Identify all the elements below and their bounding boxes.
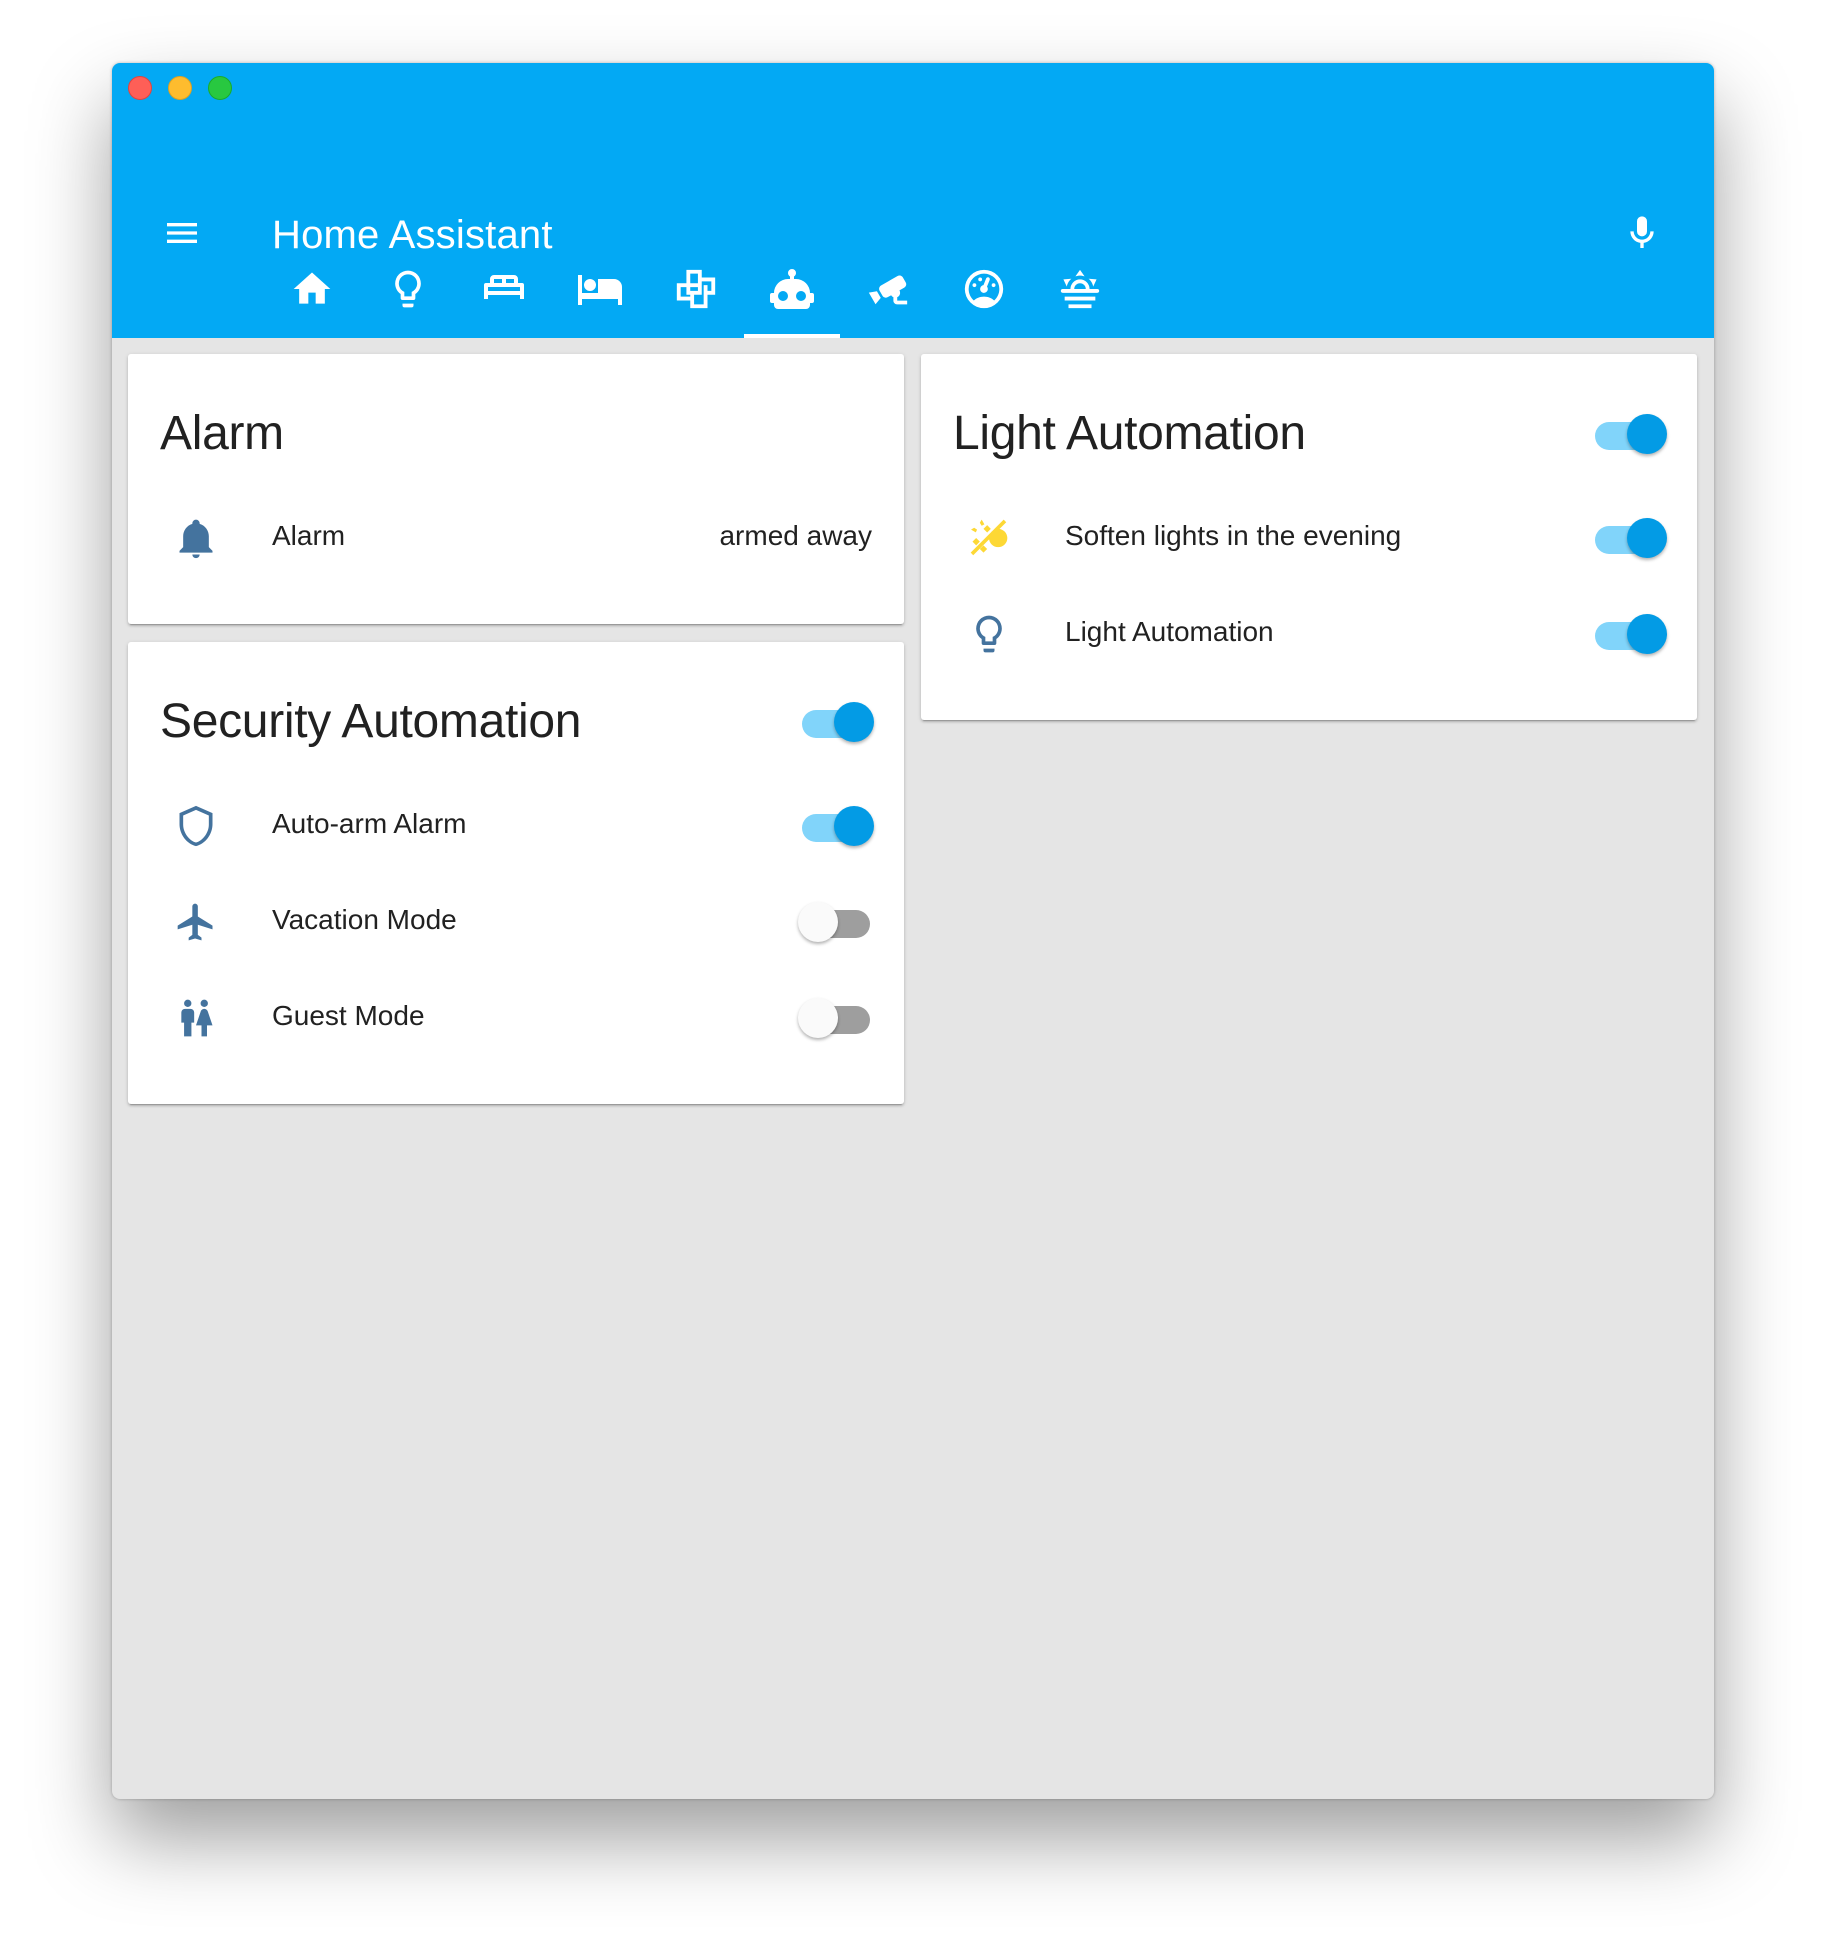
card-title: Security Automation	[160, 695, 582, 748]
microphone-icon	[1630, 216, 1654, 248]
toggle-knob	[834, 806, 874, 846]
row-label: Soften lights in the evening	[1065, 520, 1402, 551]
airplane-icon	[172, 898, 220, 946]
tab-weather[interactable]	[1032, 240, 1128, 338]
view-tabs	[264, 240, 1128, 338]
tab-bedroom[interactable]	[552, 240, 648, 338]
row-label: Guest Mode	[272, 1000, 425, 1031]
bell-icon	[172, 514, 220, 562]
toggle-knob	[798, 998, 838, 1038]
card-title: Light Automation	[953, 407, 1306, 460]
tab-lights[interactable]	[360, 240, 456, 338]
auto-arm-alarm-toggle[interactable]	[800, 802, 874, 850]
close-window-button[interactable]	[128, 76, 152, 100]
home-icon	[293, 272, 331, 304]
bed-icon	[578, 275, 622, 305]
soften-lights-row: Soften lights in the evening	[921, 490, 1697, 586]
alarm-state: armed away	[719, 520, 872, 551]
row-label: Vacation Mode	[272, 904, 457, 935]
voice-command-button[interactable]	[1612, 203, 1672, 263]
toggle-knob	[834, 702, 874, 742]
row-label: Auto-arm Alarm	[272, 808, 467, 839]
card-title: Alarm	[160, 407, 284, 460]
vacation-mode-row: Vacation Mode	[128, 874, 904, 970]
weather-sunset-yellow-icon	[965, 514, 1013, 562]
tab-automation[interactable]	[744, 240, 840, 338]
toggle-knob	[798, 902, 838, 942]
row-label: Light Automation	[1065, 616, 1274, 647]
tab-energy[interactable]	[936, 240, 1032, 338]
security-automation-toggle[interactable]	[800, 698, 874, 746]
light-automation-toggle[interactable]	[1593, 610, 1667, 658]
shield-outline-icon	[172, 802, 220, 850]
hamburger-menu-icon	[167, 223, 197, 243]
lightbulb-icon	[395, 270, 421, 308]
toggle-knob	[1627, 414, 1667, 454]
minimize-window-button[interactable]	[168, 76, 192, 100]
toggle-knob	[1627, 518, 1667, 558]
vacation-mode-toggle[interactable]	[798, 898, 872, 946]
floor-plan-icon	[676, 269, 716, 309]
light-automation-card: Light Automation Soften lights in the ev…	[921, 354, 1697, 720]
sofa-icon	[484, 275, 524, 299]
guest-mode-toggle[interactable]	[798, 994, 872, 1042]
human-male-female-icon	[172, 994, 220, 1042]
app-header: Home Assistant	[112, 63, 1714, 338]
tab-living-room[interactable]	[456, 240, 552, 338]
guest-mode-row: Guest Mode	[128, 970, 904, 1066]
light-automation-main-toggle[interactable]	[1593, 410, 1667, 458]
robot-icon	[770, 269, 814, 309]
lightbulb-outline-icon	[965, 610, 1013, 658]
light-automation-row: Light Automation	[921, 586, 1697, 682]
toggle-knob	[1627, 614, 1667, 654]
weather-sunset-icon	[1060, 269, 1100, 309]
soften-lights-toggle[interactable]	[1593, 514, 1667, 562]
alarm-row[interactable]: Alarm armed away	[128, 490, 904, 586]
menu-button[interactable]	[152, 203, 212, 263]
auto-arm-alarm-row: Auto-arm Alarm	[128, 778, 904, 874]
tab-home[interactable]	[264, 240, 360, 338]
app-window: Home Assistant Alarm Alarm armed away Se…	[112, 63, 1714, 1799]
alarm-label: Alarm	[272, 520, 346, 551]
security-automation-card: Security Automation Auto-arm Alarm Vacat…	[128, 642, 904, 1104]
alarm-card: Alarm Alarm armed away	[128, 354, 904, 624]
maximize-window-button[interactable]	[208, 76, 232, 100]
cctv-icon	[868, 275, 908, 305]
tab-floorplan[interactable]	[648, 240, 744, 338]
gauge-icon	[964, 269, 1004, 309]
tab-security[interactable]	[840, 240, 936, 338]
